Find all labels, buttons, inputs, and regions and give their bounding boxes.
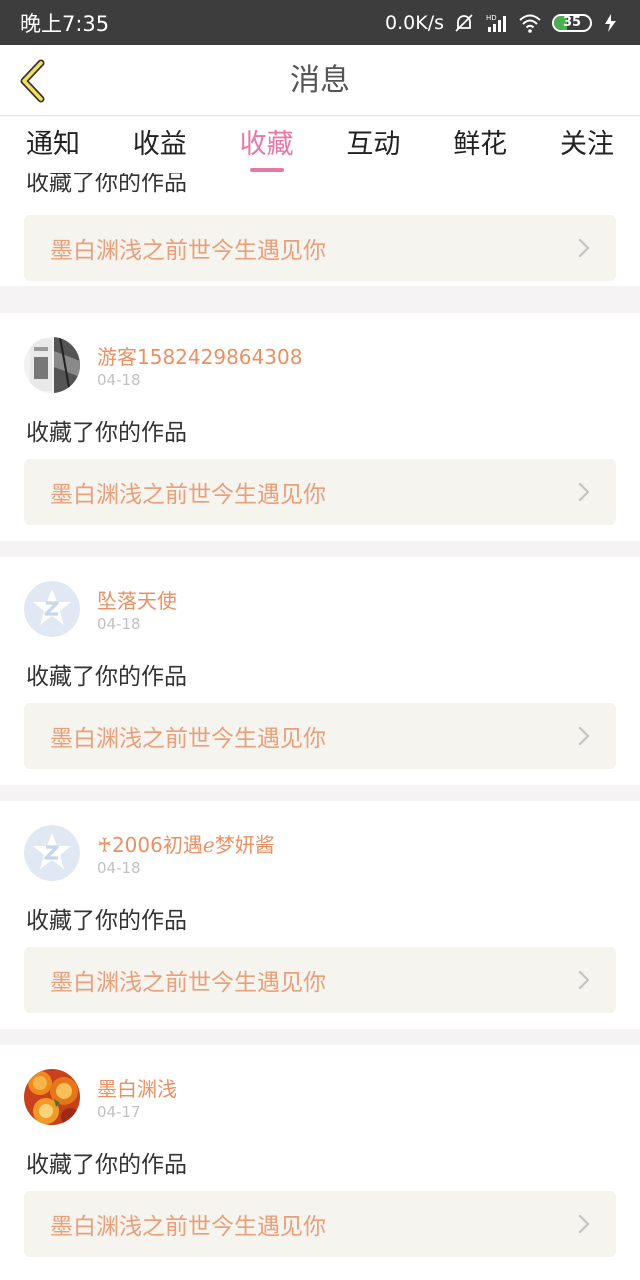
work-link[interactable]: 墨白渊浅之前世今生遇见你: [24, 215, 616, 281]
message-card: 游客1582429864308 04-18 收藏了你的作品 墨白渊浅之前世今生遇…: [0, 313, 640, 541]
work-title: 墨白渊浅之前世今生遇见你: [50, 726, 326, 752]
chevron-left-icon: [20, 59, 45, 103]
chevron-right-icon: [578, 238, 590, 258]
battery-indicator: 35: [552, 13, 592, 32]
message-date: 04-18: [97, 615, 141, 633]
avatar[interactable]: [24, 1069, 80, 1125]
message-action-text: 收藏了你的作品: [26, 420, 187, 446]
work-link[interactable]: 墨白渊浅之前世今生遇见你: [24, 1191, 616, 1257]
work-link[interactable]: 墨白渊浅之前世今生遇见你: [24, 459, 616, 525]
status-bar: 晚上7:35 0.0K/s HD 35: [0, 0, 640, 45]
work-link[interactable]: 墨白渊浅之前世今生遇见你: [24, 703, 616, 769]
charging-icon: [602, 13, 620, 33]
default-avatar-icon[interactable]: [24, 825, 80, 881]
username[interactable]: 墨白渊浅: [97, 1073, 177, 1102]
tab-earnings[interactable]: 收益: [133, 117, 187, 173]
tab-bar: 通知 收益 收藏 互动 鲜花 关注: [0, 117, 640, 173]
username[interactable]: ♰2006初遇ℯ梦妍酱: [97, 829, 275, 858]
work-title: 墨白渊浅之前世今生遇见你: [50, 482, 326, 508]
mute-bell-icon: [454, 13, 474, 33]
message-action-text: 收藏了你的作品: [26, 664, 187, 690]
message-list[interactable]: 收藏了你的作品 墨白渊浅之前世今生遇见你 游客1582429864308 04-…: [0, 173, 640, 1280]
username[interactable]: 坠落天使: [97, 585, 177, 614]
wifi-icon: [518, 13, 542, 33]
chevron-right-icon: [578, 726, 590, 746]
message-card: 收藏了你的作品 墨白渊浅之前世今生遇见你: [0, 173, 640, 286]
page-title: 消息: [290, 63, 350, 98]
message-action-text: 收藏了你的作品: [26, 173, 187, 196]
message-card: 墨白渊浅 04-17 收藏了你的作品 墨白渊浅之前世今生遇见你: [0, 1045, 640, 1280]
work-title: 墨白渊浅之前世今生遇见你: [50, 1214, 326, 1240]
work-link[interactable]: 墨白渊浅之前世今生遇见你: [24, 947, 616, 1013]
tab-flowers[interactable]: 鲜花: [453, 117, 507, 173]
chevron-right-icon: [578, 1214, 590, 1234]
message-date: 04-18: [97, 859, 141, 877]
message-action-text: 收藏了你的作品: [26, 1152, 187, 1178]
username[interactable]: 游客1582429864308: [97, 341, 302, 370]
signal-icon: HD: [484, 13, 508, 33]
avatar[interactable]: [24, 337, 80, 393]
work-title: 墨白渊浅之前世今生遇见你: [50, 238, 326, 264]
tab-favorites[interactable]: 收藏: [240, 117, 294, 173]
chevron-right-icon: [578, 482, 590, 502]
message-date: 04-17: [97, 1103, 141, 1121]
header: 消息: [0, 45, 640, 116]
message-date: 04-18: [97, 371, 141, 389]
network-speed: 0.0K/s: [385, 11, 444, 34]
chevron-right-icon: [578, 970, 590, 990]
back-button[interactable]: [10, 55, 54, 107]
battery-level-text: 35: [562, 15, 582, 30]
signal-hd-label: HD: [486, 14, 497, 22]
default-avatar-icon[interactable]: [24, 581, 80, 637]
message-card: ♰2006初遇ℯ梦妍酱 04-18 收藏了你的作品 墨白渊浅之前世今生遇见你: [0, 801, 640, 1029]
message-card: 坠落天使 04-18 收藏了你的作品 墨白渊浅之前世今生遇见你: [0, 557, 640, 785]
tab-follows[interactable]: 关注: [560, 117, 614, 173]
tab-notifications[interactable]: 通知: [26, 117, 80, 173]
message-action-text: 收藏了你的作品: [26, 908, 187, 934]
status-time: 晚上7:35: [20, 11, 110, 36]
work-title: 墨白渊浅之前世今生遇见你: [50, 970, 326, 996]
tab-interactions[interactable]: 互动: [346, 117, 400, 173]
